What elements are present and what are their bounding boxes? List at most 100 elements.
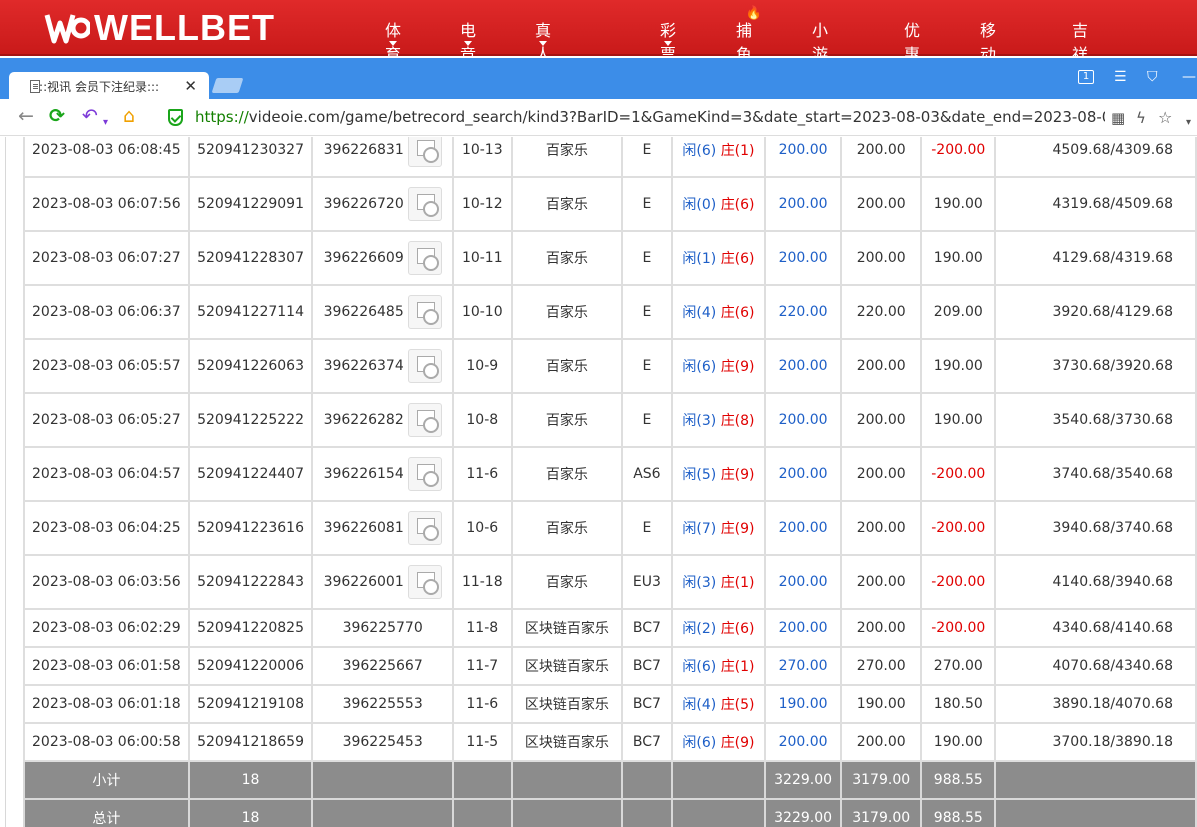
table-code: E <box>621 392 673 448</box>
logo-mark-icon <box>44 14 90 44</box>
shoe-hand: 10-13 <box>451 137 513 178</box>
nav-item-4[interactable]: 捕鱼 🔥 <box>736 0 762 64</box>
player-result: 闲(6) <box>682 143 717 159</box>
game-name: 百家乐 <box>510 230 624 286</box>
bet-id: 520941220006 <box>187 646 314 686</box>
back-icon[interactable]: ← <box>18 107 34 126</box>
minimize-icon[interactable]: — <box>1182 69 1196 85</box>
result: 闲(4) 庄(6) <box>670 284 767 340</box>
table-row: 2023-08-03 06:03:56 520941222843 396226001… <box>23 554 1197 610</box>
table-row: 2023-08-03 06:04:57 520941224407 396226154… <box>23 446 1197 502</box>
game-name: 百家乐 <box>510 338 624 394</box>
banker-result: 庄(6) <box>720 305 755 321</box>
lightning-icon[interactable]: ϟ <box>1136 109 1146 128</box>
player-result: 闲(1) <box>682 251 717 267</box>
table-row: 2023-08-03 06:07:27 520941228307 396226609… <box>23 230 1197 286</box>
video-replay-icon[interactable] <box>407 295 442 329</box>
win-loss: 209.00 <box>920 284 997 340</box>
video-replay-icon[interactable] <box>407 565 442 599</box>
menu-icon[interactable]: ☰ <box>1114 69 1127 85</box>
video-replay-icon[interactable] <box>407 457 442 491</box>
home-icon[interactable]: ⌂ <box>123 107 135 126</box>
tab-count-icon[interactable]: 1 <box>1078 70 1094 84</box>
balance: 4509.68/4309.68 <box>994 137 1197 178</box>
round-id-text: 396225770 <box>342 620 423 636</box>
shoe-hand: 11-18 <box>451 554 513 610</box>
win-loss: -200.00 <box>920 554 997 610</box>
result: 闲(6) 庄(9) <box>670 722 767 762</box>
total-win: 988.55 <box>920 760 997 800</box>
result: 闲(6) 庄(1) <box>670 137 767 178</box>
video-replay-icon[interactable] <box>407 137 442 167</box>
banker-result: 庄(9) <box>720 521 755 537</box>
total-row: 总计 18 3229.00 3179.00 988.55 <box>23 798 1197 827</box>
bet-id: 520941219108 <box>187 684 314 724</box>
skin-icon[interactable]: ⛉ <box>1147 69 1158 85</box>
browser-tab-active[interactable]: :::视讯 会员下注纪录::: ✕ <box>9 72 209 100</box>
nav-item-8[interactable]: 吉祥的伙伴们 <box>1072 0 1088 160</box>
table-code: BC7 <box>621 684 673 724</box>
refresh-icon[interactable]: ⟳ <box>49 107 65 126</box>
round-id-text: 396225453 <box>342 734 423 750</box>
game-name: 百家乐 <box>510 446 624 502</box>
chevron-down-icon <box>389 41 397 46</box>
nav-item-5[interactable]: 小游戏 <box>812 0 828 88</box>
page-edge <box>5 137 6 827</box>
total-win: 988.55 <box>920 798 997 827</box>
undo-dropdown-icon[interactable]: ▾ <box>103 113 108 132</box>
shoe-hand: 10-6 <box>451 500 513 556</box>
win-loss: 270.00 <box>920 646 997 686</box>
nav-item-0[interactable]: 体育 <box>385 0 401 64</box>
win-loss: -200.00 <box>920 500 997 556</box>
empty-cell <box>670 760 767 800</box>
undo-icon[interactable]: ↶ <box>82 107 98 126</box>
balance: 4140.68/3940.68 <box>994 554 1197 610</box>
bet-time: 2023-08-03 06:01:18 <box>23 684 190 724</box>
nav-item-7[interactable]: 移动版 <box>980 0 996 88</box>
round-id: 396225553 <box>311 684 454 724</box>
video-replay-icon[interactable] <box>407 241 442 275</box>
bet-amount: 270.00 <box>764 646 842 686</box>
nav-item-1[interactable]: 电竞 <box>460 0 476 64</box>
banker-result: 庄(9) <box>720 359 755 375</box>
game-name: 百家乐 <box>510 176 624 232</box>
round-id-text: 396226081 <box>323 520 404 536</box>
win-loss: -200.00 <box>920 446 997 502</box>
round-id: 396226282 <box>311 392 454 448</box>
video-replay-icon[interactable] <box>407 403 442 437</box>
new-tab-button[interactable] <box>211 78 244 93</box>
shoe-hand: 10-11 <box>451 230 513 286</box>
video-replay-icon[interactable] <box>407 349 442 383</box>
round-id-text: 396226282 <box>323 412 404 428</box>
video-replay-icon[interactable] <box>407 187 442 221</box>
nav-item-2[interactable]: 真人娱乐城 <box>535 0 551 136</box>
win-loss: -200.00 <box>920 608 997 648</box>
site-logo[interactable]: WELLBET <box>44 7 275 48</box>
table-code: AS6 <box>621 446 673 502</box>
more-dropdown-icon[interactable]: ▾ <box>1186 113 1191 132</box>
valid-amount: 270.00 <box>839 646 923 686</box>
balance: 4340.68/4140.68 <box>994 608 1197 648</box>
qr-code-icon[interactable]: ▦ <box>1111 109 1125 128</box>
result: 闲(0) 庄(6) <box>670 176 767 232</box>
close-tab-icon[interactable]: ✕ <box>184 77 197 95</box>
bet-time: 2023-08-03 06:08:45 <box>23 137 190 178</box>
table-code: E <box>621 338 673 394</box>
nav-item-3[interactable]: 彩票 <box>660 0 676 64</box>
nav-item-6[interactable]: 优惠 <box>904 0 920 64</box>
round-id-text: 396226374 <box>323 358 404 374</box>
bet-time: 2023-08-03 06:06:37 <box>23 284 190 340</box>
round-id: 396225453 <box>311 722 454 762</box>
url-field[interactable]: https://videoie.com/game/betrecord_searc… <box>195 108 1105 126</box>
round-id: 396226485 <box>311 284 454 340</box>
banker-result: 庄(6) <box>720 197 755 213</box>
balance: 3920.68/4129.68 <box>994 284 1197 340</box>
result: 闲(1) 庄(6) <box>670 230 767 286</box>
bet-id: 520941224407 <box>187 446 314 502</box>
table-code: BC7 <box>621 646 673 686</box>
video-replay-icon[interactable] <box>407 511 442 545</box>
table-row: 2023-08-03 06:08:45 520941230327 396226831… <box>23 137 1197 178</box>
favorite-star-icon[interactable]: ☆ <box>1158 108 1172 127</box>
banker-result: 庄(6) <box>720 621 755 637</box>
bet-amount: 200.00 <box>764 722 842 762</box>
